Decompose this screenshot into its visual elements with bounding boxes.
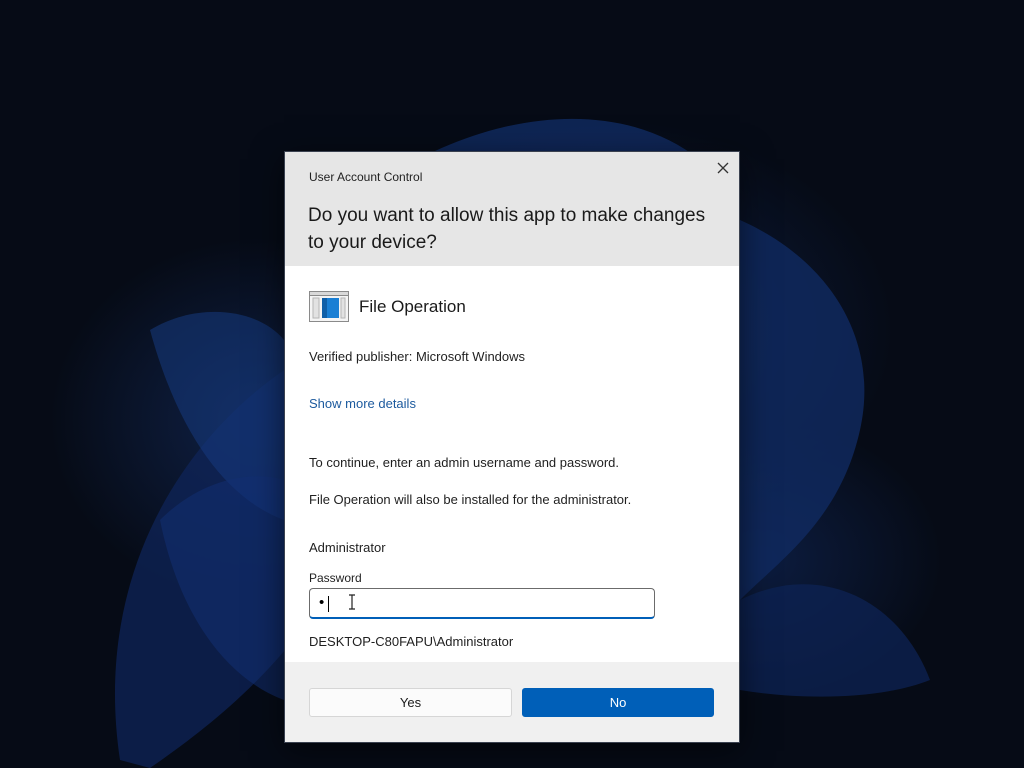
password-input[interactable]: • <box>309 588 655 619</box>
ibeam-cursor-icon <box>349 594 355 610</box>
dialog-footer: Yes No <box>285 662 739 742</box>
close-icon <box>717 162 729 174</box>
password-mask: • <box>319 594 326 611</box>
text-caret <box>328 596 329 612</box>
close-button[interactable] <box>707 152 739 184</box>
yes-button[interactable]: Yes <box>309 688 512 717</box>
show-more-details-link[interactable]: Show more details <box>309 396 416 411</box>
domain-username: DESKTOP-C80FAPU\Administrator <box>309 634 514 649</box>
instruction-text: To continue, enter an admin username and… <box>309 455 620 470</box>
dialog-question: Do you want to allow this app to make ch… <box>308 205 706 253</box>
file-operation-icon <box>309 291 349 322</box>
publisher-text: Verified publisher: Microsoft Windows <box>309 349 526 364</box>
dialog-header: User Account Control Do you want to allo… <box>285 152 739 266</box>
dialog-caption: User Account Control <box>309 170 423 184</box>
install-note-text: File Operation will also be installed fo… <box>309 492 632 507</box>
password-label: Password <box>309 571 362 585</box>
app-name: File Operation <box>359 297 466 316</box>
no-button[interactable]: No <box>522 688 714 717</box>
uac-dialog: User Account Control Do you want to allo… <box>284 151 740 743</box>
admin-username: Administrator <box>309 540 386 555</box>
